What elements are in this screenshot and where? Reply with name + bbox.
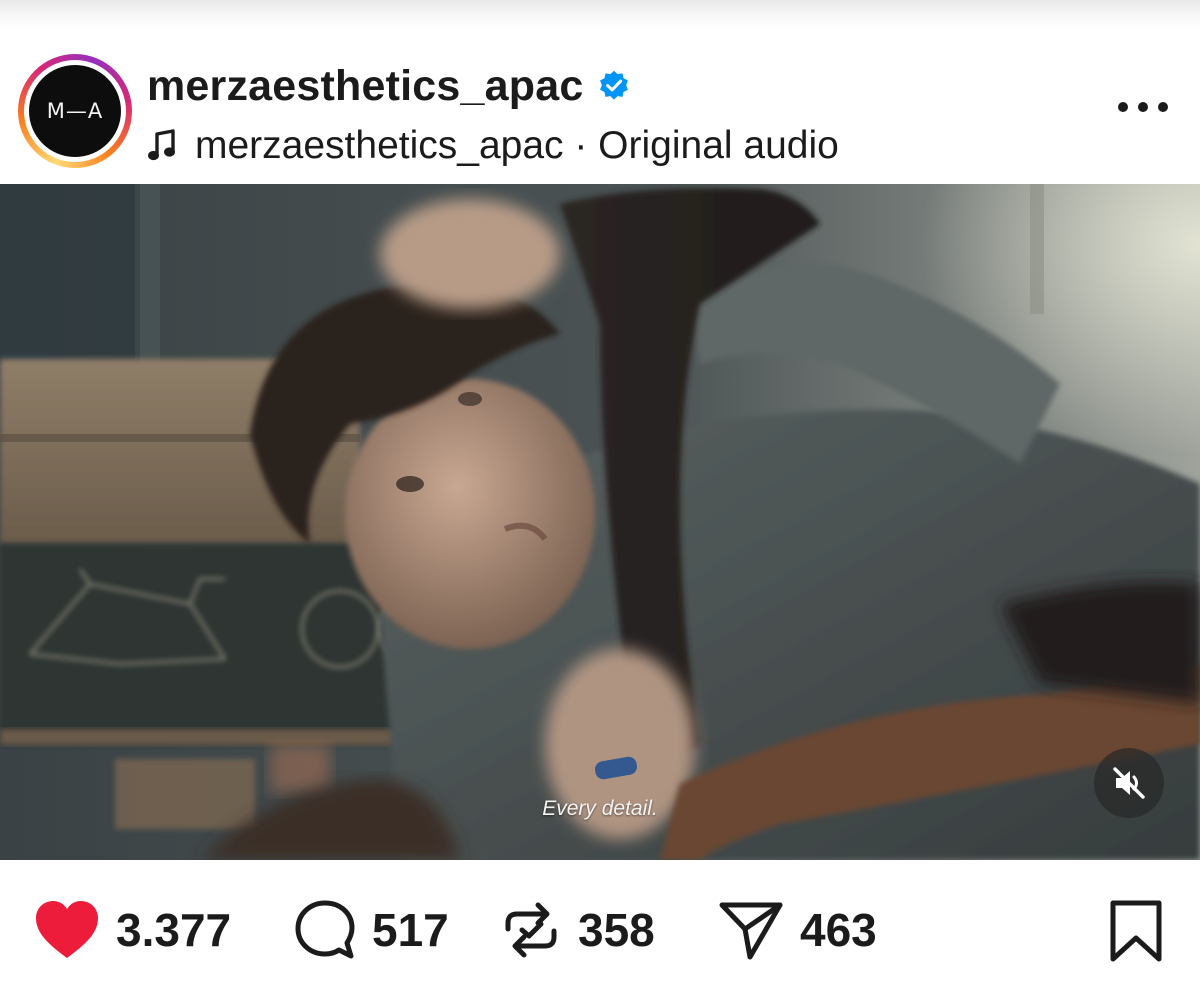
avatar-story-ring[interactable]: M—A <box>18 54 132 168</box>
top-fade <box>0 0 1200 30</box>
audio-label: merzaesthetics_apac · Original audio <box>195 124 839 167</box>
more-options-button[interactable] <box>1118 92 1168 122</box>
bookmark-icon[interactable] <box>1108 900 1164 962</box>
action-bar: 3.377 517 358 463 <box>0 892 1200 968</box>
speaker-muted-icon <box>1113 767 1145 799</box>
comment-button[interactable]: 517 <box>294 892 449 968</box>
video-player[interactable]: Every detail. <box>0 184 1200 860</box>
verified-badge-icon <box>600 70 629 100</box>
avatar[interactable]: M—A <box>29 65 121 157</box>
comment-count: 517 <box>372 904 449 956</box>
send-icon <box>719 902 783 960</box>
repost-button[interactable]: 358 <box>500 892 655 968</box>
original-audio-link[interactable]: merzaesthetics_apac · Original audio <box>147 122 839 170</box>
like-button[interactable]: 3.377 <box>34 892 231 968</box>
post-header: M—A merzaesthetics_apac merzaesthetics_a… <box>0 40 1200 180</box>
instagram-post: M—A merzaesthetics_apac merzaesthetics_a… <box>0 0 1200 989</box>
repost-count: 358 <box>578 904 655 956</box>
mute-toggle-button[interactable] <box>1094 748 1164 818</box>
share-button[interactable]: 463 <box>718 892 877 968</box>
repost-icon <box>505 902 557 958</box>
avatar-logo-text: M—A <box>46 99 104 123</box>
music-note-icon <box>148 129 175 161</box>
like-count[interactable]: 3.377 <box>116 903 231 957</box>
share-count: 463 <box>800 904 877 956</box>
video-subtitle: Every detail. <box>542 797 658 820</box>
comment-icon <box>295 900 355 959</box>
video-frame <box>0 184 1200 860</box>
more-icon <box>1118 102 1128 112</box>
username-row: merzaesthetics_apac <box>147 60 631 112</box>
heart-icon <box>36 901 98 958</box>
username-link[interactable]: merzaesthetics_apac <box>147 62 583 111</box>
